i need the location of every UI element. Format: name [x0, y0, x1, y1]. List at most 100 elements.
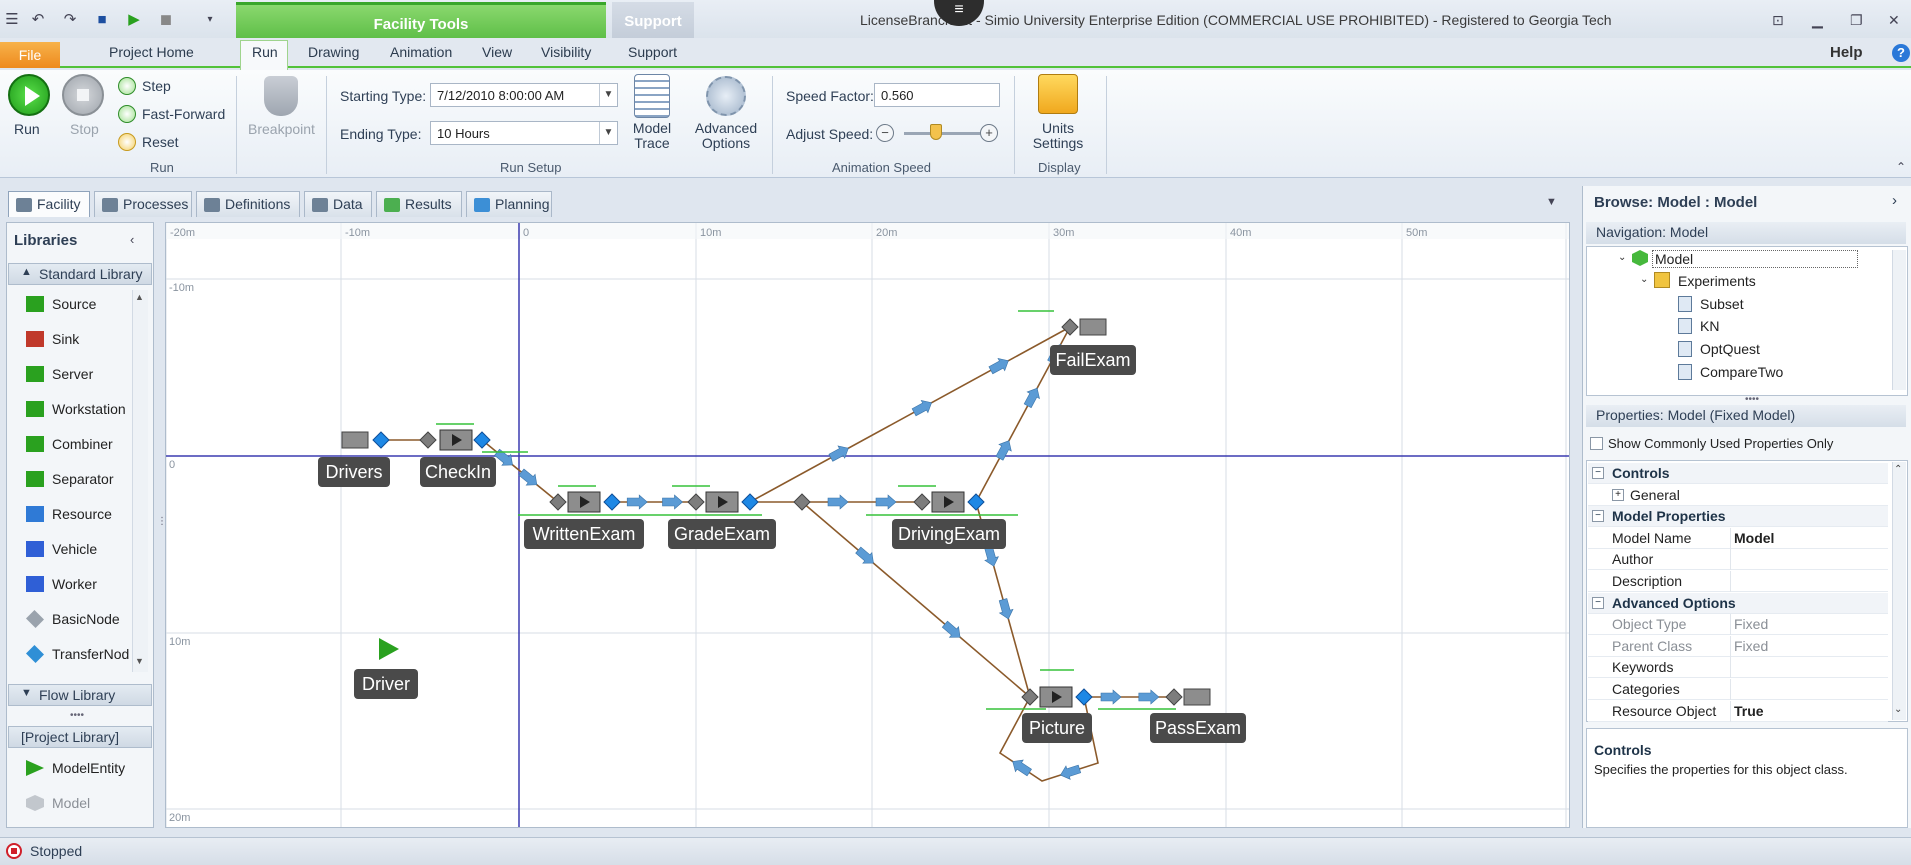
pass-input-node[interactable] [1165, 688, 1183, 706]
standard-library-header[interactable]: ▲ Standard Library [8, 263, 152, 285]
facility-drawing[interactable]: -20m-10m010m20m30m40m50m60 -10m010m20m [166, 223, 1570, 828]
tab-project-home[interactable]: Project Home [109, 44, 194, 60]
step-icon[interactable] [118, 77, 136, 95]
maximize-icon[interactable]: ❐ [1850, 12, 1863, 29]
collapse-libraries-icon[interactable]: ‹ [130, 232, 134, 247]
property-row-controls[interactable]: − Controls [1588, 463, 1888, 484]
splitter-grip[interactable]: ⋮ [157, 516, 167, 527]
speed-slider-track[interactable] [904, 132, 980, 135]
tab-view[interactable]: View [482, 44, 512, 60]
fail-input-node[interactable] [1061, 318, 1079, 336]
project-item-modelentity[interactable]: ModelEntity [26, 756, 125, 780]
library-item-transfernod[interactable]: TransferNod [25, 642, 129, 666]
property-row-parent-class[interactable]: Parent Class Fixed [1588, 635, 1888, 657]
property-value[interactable]: Model [1734, 530, 1774, 546]
property-row-general[interactable]: + General [1588, 485, 1888, 506]
property-row-categories[interactable]: Categories [1588, 679, 1888, 700]
driver-entity-icon[interactable] [379, 638, 399, 660]
collapse-ribbon-icon[interactable]: ⌃ [1896, 160, 1906, 174]
drivers-output-node[interactable] [372, 431, 390, 449]
restore-ribbon-icon[interactable]: ⊡ [1772, 12, 1784, 29]
project-item-model[interactable]: Model [26, 791, 90, 815]
tab-definitions[interactable]: Definitions [196, 191, 300, 217]
ending-type-combo[interactable]: 10 Hours ▼ [430, 121, 618, 145]
property-value[interactable]: True [1734, 703, 1764, 719]
units-settings-icon[interactable] [1038, 74, 1078, 114]
library-item-combiner[interactable]: Combiner [26, 432, 113, 456]
library-item-separator[interactable]: Separator [26, 467, 113, 491]
close-icon[interactable]: ✕ [1888, 12, 1900, 29]
collapse-icon[interactable]: − [1592, 467, 1604, 479]
splitter-grip[interactable]: •••• [1745, 394, 1759, 405]
driving-output-node[interactable] [967, 493, 985, 511]
tree-node-optquest[interactable]: OptQuest [1700, 341, 1760, 357]
tab-results[interactable]: Results [376, 191, 462, 217]
library-item-vehicle[interactable]: Vehicle [26, 537, 97, 561]
step-button[interactable]: Step [142, 78, 171, 94]
written-output-node[interactable] [603, 493, 621, 511]
grade-input-node[interactable] [687, 493, 705, 511]
path-grade-fail[interactable] [749, 326, 1071, 503]
grade-output-node[interactable] [741, 493, 759, 511]
drivers-source-icon[interactable] [341, 431, 369, 449]
advanced-options-label[interactable]: Advanced Options [692, 121, 760, 151]
tree-node-experiments[interactable]: Experiments [1678, 273, 1756, 289]
property-row-object-type[interactable]: Object Type Fixed [1588, 614, 1888, 636]
show-common-checkbox[interactable] [1590, 437, 1603, 450]
tab-overflow-chevron-icon[interactable]: ▼ [1546, 196, 1557, 208]
property-row-author[interactable]: Author [1588, 549, 1888, 571]
property-row-description[interactable]: Description [1588, 571, 1888, 592]
tab-file[interactable]: File [0, 42, 60, 68]
chevron-down-icon[interactable]: ⌄ [1640, 274, 1648, 285]
tab-drawing[interactable]: Drawing [308, 44, 359, 60]
property-value[interactable]: Fixed [1734, 638, 1768, 654]
tab-animation[interactable]: Animation [390, 44, 452, 60]
picture-output-node[interactable] [1075, 688, 1093, 706]
tree-node-kn[interactable]: KN [1700, 318, 1719, 334]
speed-slider-thumb[interactable] [930, 124, 942, 140]
advanced-options-icon[interactable] [706, 76, 746, 116]
property-row-model-name[interactable]: Model Name Model [1588, 527, 1888, 549]
reset-button[interactable]: Reset [142, 134, 179, 150]
library-item-sink[interactable]: Sink [26, 327, 79, 351]
property-row-keywords[interactable]: Keywords [1588, 657, 1888, 679]
chevron-down-icon[interactable]: ⌄ [1618, 252, 1626, 263]
flow-library-header[interactable]: ▼ Flow Library [8, 684, 152, 706]
expand-icon[interactable]: + [1612, 488, 1624, 501]
starting-type-combo[interactable]: 7/12/2010 8:00:00 AM ▼ [430, 83, 618, 107]
facility-canvas[interactable]: -20m-10m010m20m30m40m50m60 -10m010m20m [165, 222, 1570, 828]
library-item-basicnode[interactable]: BasicNode [25, 607, 120, 631]
fast-forward-icon[interactable] [118, 105, 136, 123]
pass-exam-sink-icon[interactable] [1183, 688, 1211, 706]
speed-decrease-icon[interactable]: − [876, 124, 894, 142]
undo-icon[interactable]: ↶ [28, 9, 48, 29]
customize-qat-icon[interactable]: ▾ [200, 9, 220, 29]
tree-scrollbar[interactable] [1892, 250, 1906, 390]
speed-increase-icon[interactable]: + [980, 124, 998, 142]
chevron-right-icon[interactable]: › [1892, 192, 1897, 209]
help-link[interactable]: Help [1830, 44, 1863, 61]
property-row-model-properties[interactable]: − Model Properties [1588, 506, 1888, 528]
tree-node-comparetwo[interactable]: CompareTwo [1700, 364, 1783, 380]
collapse-icon[interactable]: − [1592, 596, 1604, 609]
minimize-icon[interactable]: ▁ [1812, 12, 1823, 29]
tree-node-subset[interactable]: Subset [1700, 296, 1744, 312]
tab-processes[interactable]: Processes [94, 191, 192, 217]
app-menu-icon[interactable]: ☰ [2, 9, 22, 29]
reset-icon[interactable] [118, 133, 136, 151]
chevron-down-icon[interactable]: ▼ [599, 122, 617, 144]
fail-exam-sink-icon[interactable] [1079, 318, 1107, 336]
stop-button[interactable] [62, 74, 104, 116]
collapse-icon[interactable]: − [1592, 510, 1604, 523]
run-button[interactable] [8, 74, 50, 116]
library-item-server[interactable]: Server [26, 362, 93, 386]
checkin-input-node[interactable] [419, 431, 437, 449]
run-quick-icon[interactable]: ▶ [124, 9, 144, 29]
model-trace-icon[interactable] [634, 74, 670, 118]
property-row-resource-object[interactable]: Resource Object True [1588, 700, 1888, 722]
chevron-up-icon[interactable]: ⌃ [1894, 464, 1902, 475]
property-row-advanced-options[interactable]: − Advanced Options [1588, 592, 1888, 614]
library-item-worker[interactable]: Worker [26, 572, 97, 596]
driving-input-node[interactable] [913, 493, 931, 511]
redo-icon[interactable]: ↷ [60, 9, 80, 29]
